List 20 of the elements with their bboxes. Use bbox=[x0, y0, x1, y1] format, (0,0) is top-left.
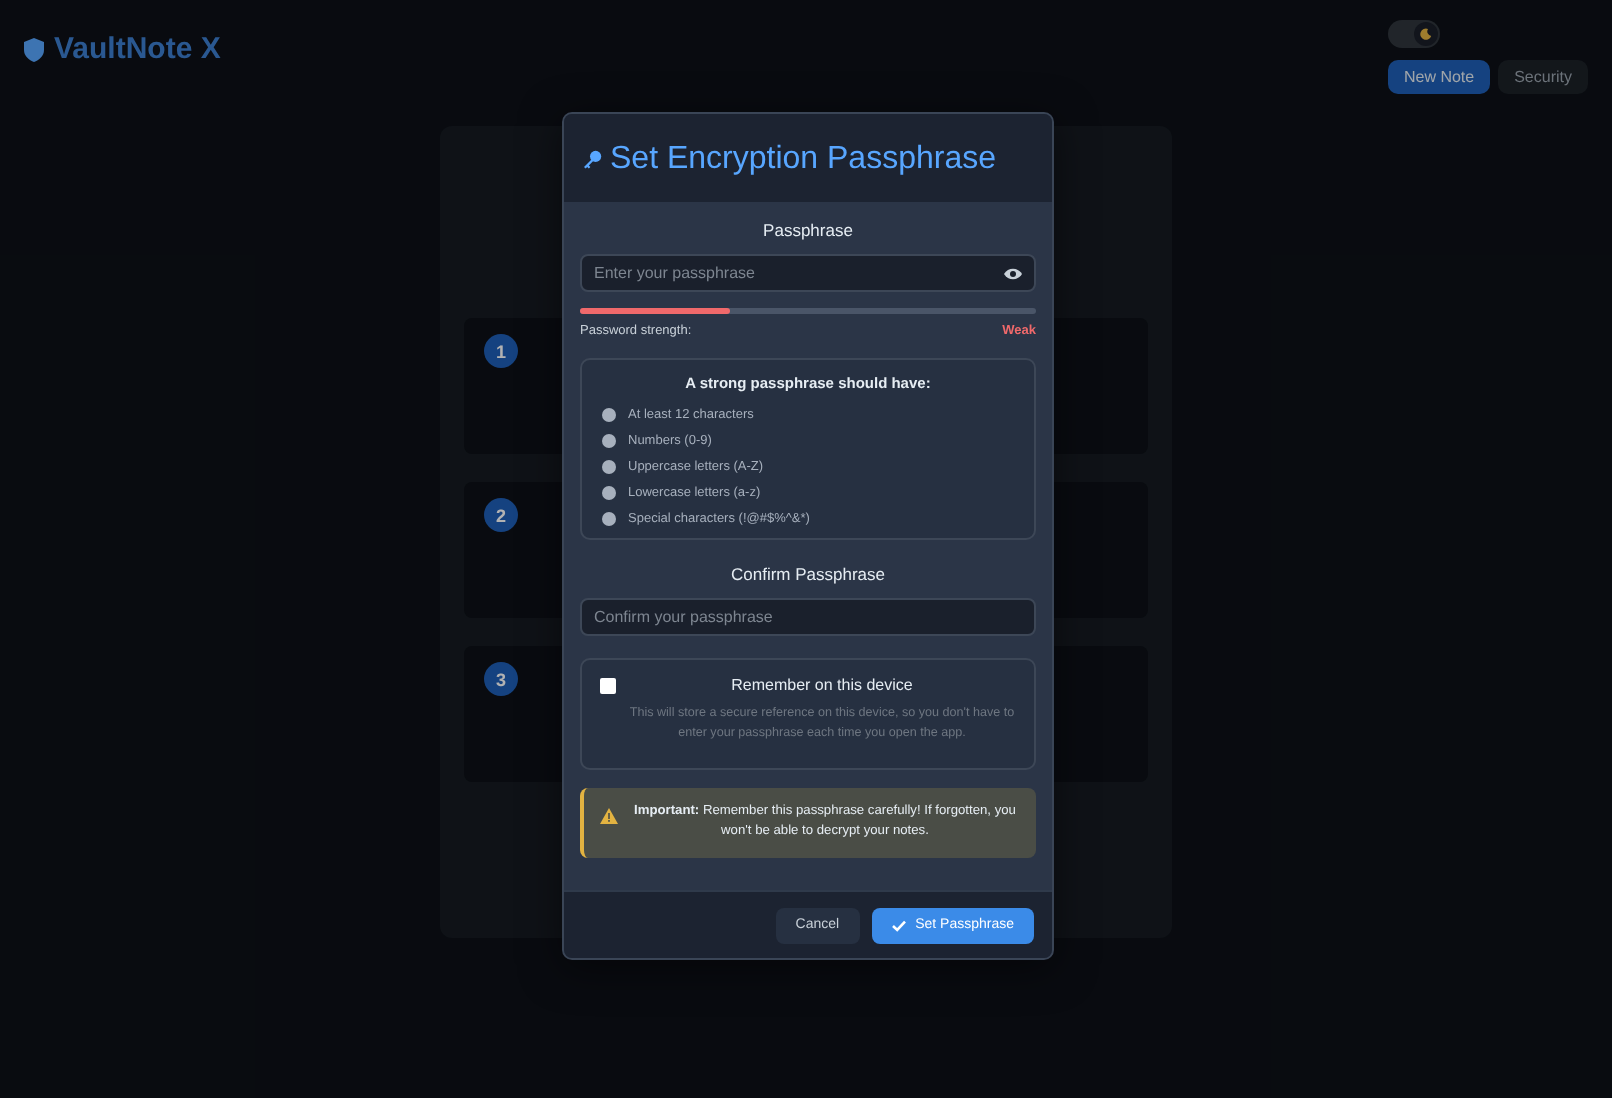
security-button[interactable]: Security bbox=[1498, 60, 1588, 94]
check-icon bbox=[891, 919, 906, 932]
field-label: Passphrase bbox=[761, 220, 855, 240]
new-note-button[interactable]: New Note bbox=[1387, 60, 1491, 94]
checkbox-label: Remember on this device bbox=[731, 676, 913, 694]
remember-checkbox[interactable] bbox=[600, 678, 616, 694]
step-number: 1 bbox=[484, 334, 518, 368]
step-number: 2 bbox=[484, 498, 518, 532]
key-icon bbox=[582, 150, 602, 170]
shield-icon bbox=[24, 37, 44, 61]
theme-toggle[interactable] bbox=[1388, 20, 1440, 48]
step-number: 3 bbox=[484, 662, 518, 696]
warning-icon bbox=[600, 808, 618, 825]
confirm-field[interactable]: Confirm your passphrase bbox=[580, 598, 1036, 636]
dialog-title: Set Encryption Passphrase bbox=[610, 142, 996, 178]
passphrase-field[interactable]: Enter your passphrase bbox=[580, 254, 1036, 292]
moon-icon bbox=[1420, 28, 1432, 40]
eye-icon[interactable] bbox=[1004, 267, 1022, 279]
app-title: VaultNote X bbox=[54, 32, 221, 66]
field-label: Confirm Passphrase bbox=[728, 564, 887, 584]
